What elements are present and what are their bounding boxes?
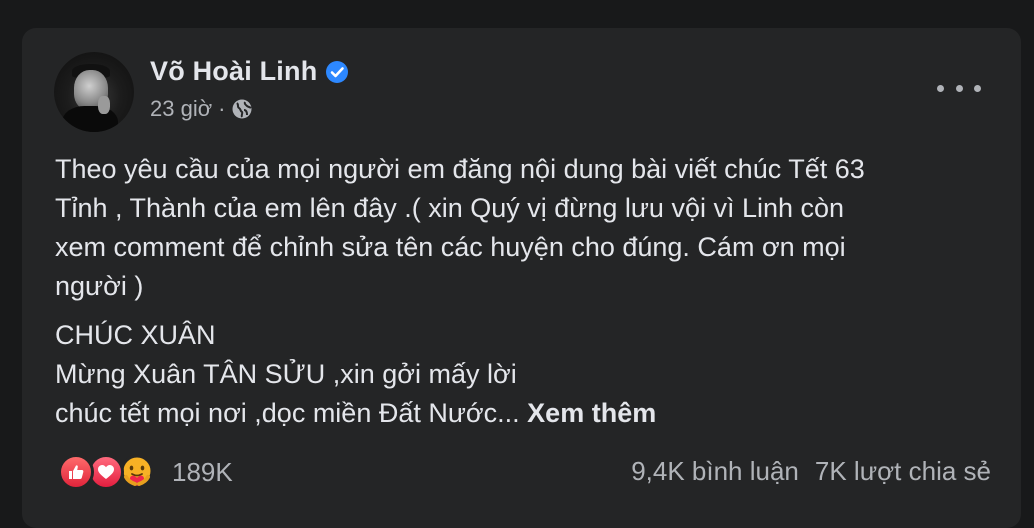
more-dot xyxy=(955,84,963,92)
avatar[interactable] xyxy=(54,52,134,132)
more-dot xyxy=(937,84,944,92)
more-options-icon[interactable] xyxy=(937,76,981,100)
post-body: Theo yêu cầu của mọi người em đăng nội d… xyxy=(55,150,985,433)
see-more-link[interactable]: Xem thêm xyxy=(527,398,656,428)
post-line: Theo yêu cầu của mọi người em đăng nội d… xyxy=(55,154,865,184)
like-icon xyxy=(58,454,94,490)
post-card: Võ Hoài Linh 23 giờ · Theo yêu cầu của m… xyxy=(22,28,1021,528)
reaction-summary[interactable]: 189K xyxy=(58,453,233,491)
share-count[interactable]: 7K lượt chia sẻ xyxy=(815,456,991,487)
author-name[interactable]: Võ Hoài Linh xyxy=(150,56,317,87)
post-line-text: chúc tết mọi nơi ,dọc miền Đất Nước... xyxy=(55,398,520,428)
avatar-body xyxy=(62,106,118,132)
post-line: người ) xyxy=(55,271,144,301)
post-paragraph-intro: Theo yêu cầu của mọi người em đăng nội d… xyxy=(55,150,985,306)
post-line: CHÚC XUÂN xyxy=(55,320,216,350)
post-line-last: chúc tết mọi nơi ,dọc miền Đất Nước... X… xyxy=(55,394,985,433)
post-line: Mừng Xuân TÂN SỬU ,xin gởi mấy lời xyxy=(55,359,517,389)
post-line: Tỉnh , Thành của em lên đây .( xin Quý v… xyxy=(55,193,845,223)
post-meta: 23 giờ · xyxy=(150,96,253,122)
post-paragraph-poem: CHÚC XUÂN Mừng Xuân TÂN SỬU ,xin gởi mấy… xyxy=(55,316,985,433)
globe-icon[interactable] xyxy=(231,98,253,120)
post-line: xem comment để chỉnh sửa tên các huyện c… xyxy=(55,232,846,262)
avatar-hand xyxy=(98,96,110,114)
meta-separator: · xyxy=(218,96,226,121)
reaction-count[interactable]: 189K xyxy=(172,457,233,488)
post-stats: 9,4K bình luận 7K lượt chia sẻ xyxy=(631,456,991,487)
author-row: Võ Hoài Linh xyxy=(150,56,349,87)
verified-badge-icon xyxy=(325,60,349,84)
post-time[interactable]: 23 giờ xyxy=(150,96,212,122)
more-dot xyxy=(974,84,981,92)
comment-count[interactable]: 9,4K bình luận xyxy=(631,456,799,487)
